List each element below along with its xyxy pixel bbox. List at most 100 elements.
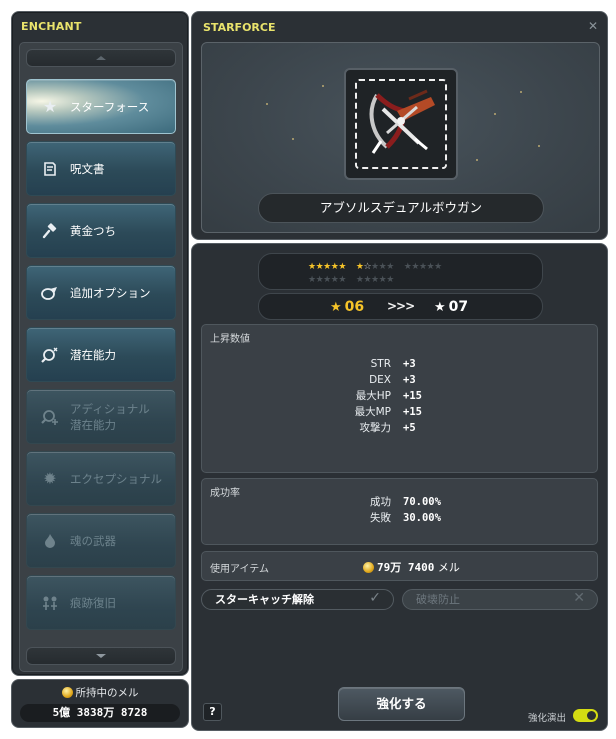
destroy-protect-toggle[interactable]: 破壊防止 ✕ bbox=[402, 589, 598, 610]
use-item-label: 使用アイテム bbox=[210, 564, 269, 575]
sparkle bbox=[494, 113, 496, 115]
menu-item-label: 潜在能力 bbox=[70, 347, 116, 362]
sparkle bbox=[538, 145, 540, 147]
next-star-level: ★ 07 bbox=[434, 298, 468, 317]
menu-item-golden-hammer[interactable]: 黄金つち bbox=[26, 203, 176, 258]
success-name: 成功 bbox=[370, 496, 391, 508]
menu-item-label: 痕跡復旧 bbox=[70, 595, 116, 610]
menu-item-trace-restore[interactable]: 痕跡復旧 bbox=[26, 575, 176, 630]
stat-value: +15 bbox=[403, 390, 422, 402]
menu-item-label: スターフォース bbox=[70, 99, 150, 114]
menu-item-label: 黄金つち bbox=[70, 223, 116, 238]
star-icon: ★ bbox=[330, 300, 342, 315]
menu-item-additional-potential[interactable]: アディショナル 潜在能力 bbox=[26, 389, 176, 444]
fail-row: 失敗 30.00% bbox=[202, 510, 597, 526]
empty-star-icon: ★ bbox=[323, 275, 331, 285]
star-row: ★ ★ ★ ★ ★ ★ ☆ ★ ★ ★ ★ ★ ★ ★ ★ bbox=[308, 262, 452, 272]
arrow-icon: >>> bbox=[387, 299, 415, 313]
menu-item-starforce[interactable]: ★ スターフォース bbox=[26, 79, 176, 134]
empty-star-icon: ★ bbox=[411, 262, 419, 272]
stat-row: 攻撃力 +5 bbox=[202, 420, 597, 436]
starforce-main-panel: ★ ★ ★ ★ ★ ★ ☆ ★ ★ ★ ★ ★ ★ ★ ★ ★ ★ ★ ★ ★ ★ ★ ★ ★ ★ ★ 06 >>> ★ 07 上… bbox=[191, 243, 608, 731]
stat-value: +3 bbox=[403, 374, 416, 386]
filled-star-icon: ★ bbox=[330, 262, 339, 272]
menu-item-additional-option[interactable]: 追加オプション bbox=[26, 265, 176, 320]
sparkle bbox=[322, 85, 324, 87]
star-group: ★ ★ ★ ★ ★ bbox=[308, 275, 346, 285]
empty-star-icon: ☆ bbox=[363, 262, 372, 272]
scroll-icon bbox=[40, 159, 60, 179]
stat-increase-label: 上昇数値 bbox=[210, 334, 250, 345]
stat-value: +5 bbox=[403, 422, 416, 434]
stat-row: 最大HP +15 bbox=[202, 388, 597, 404]
star-group: ★ ★ ★ ★ ★ bbox=[356, 275, 394, 285]
filled-star-icon: ★ bbox=[355, 262, 364, 272]
empty-star-icon: ★ bbox=[371, 275, 379, 285]
star-row: ★ ★ ★ ★ ★ ★ ★ ★ ★ ★ bbox=[308, 275, 404, 285]
use-item-box: 使用アイテム 79万 7400 メル bbox=[201, 551, 598, 581]
empty-star-icon: ★ bbox=[355, 275, 364, 285]
destroy-protect-label: 破壊防止 bbox=[416, 593, 460, 606]
cost-unit: メル bbox=[437, 561, 460, 574]
starforce-title: STARFORCE bbox=[203, 21, 276, 34]
crossbow-icon bbox=[369, 89, 435, 154]
stat-value: +3 bbox=[403, 358, 416, 370]
stat-name: 攻撃力 bbox=[359, 422, 392, 434]
scroll-down-button[interactable] bbox=[26, 647, 176, 665]
stat-name: 最大HP bbox=[355, 390, 391, 402]
star-progress-bar: ★ ★ ★ ★ ★ ★ ☆ ★ ★ ★ ★ ★ ★ ★ ★ ★ ★ ★ ★ ★ ★ ★ ★ ★ ★ bbox=[258, 253, 543, 290]
empty-star-icon: ★ bbox=[386, 262, 394, 272]
fail-name: 失敗 bbox=[370, 512, 391, 524]
stat-row: 最大MP +15 bbox=[202, 404, 597, 420]
empty-star-icon: ★ bbox=[308, 275, 316, 285]
starcatch-disable-toggle[interactable]: スターキャッチ解除 ✓ bbox=[201, 589, 394, 610]
hammer-icon bbox=[40, 221, 60, 241]
fail-value: 30.00% bbox=[403, 512, 441, 524]
effects-toggle[interactable] bbox=[573, 709, 598, 722]
star-group: ★ ★ ★ ★ ★ bbox=[404, 262, 442, 272]
scroll-up-button[interactable] bbox=[26, 49, 176, 67]
empty-star-icon: ★ bbox=[386, 275, 394, 285]
cost-value: 79万 7400 bbox=[377, 561, 435, 574]
empty-star-icon: ★ bbox=[338, 275, 346, 285]
menu-item-label: 呪文書 bbox=[70, 161, 105, 176]
empty-star-icon: ★ bbox=[378, 275, 387, 285]
item-name: アブソルスデュアルボウガン bbox=[258, 193, 544, 223]
meso-title: 所持中のメル bbox=[75, 687, 139, 699]
meso-title-row: 所持中のメル bbox=[12, 685, 188, 700]
star-icon: ★ bbox=[42, 97, 58, 116]
empty-star-icon: ★ bbox=[434, 262, 442, 272]
close-icon[interactable]: ✕ bbox=[588, 19, 598, 33]
sparkle bbox=[520, 91, 522, 93]
stat-name: DEX bbox=[369, 374, 391, 386]
menu-item-soul-weapon[interactable]: 魂の武器 bbox=[26, 513, 176, 568]
menu-item-label: エクセプショナル bbox=[70, 471, 162, 486]
menu-item-label: アディショナル 潜在能力 bbox=[70, 401, 150, 432]
meso-amount: 5億 3838万 8728 bbox=[20, 704, 180, 722]
item-slot[interactable] bbox=[355, 79, 447, 169]
success-value: 70.00% bbox=[403, 496, 441, 508]
help-button[interactable]: ? bbox=[203, 703, 222, 721]
item-display-area: アブソルスデュアルボウガン bbox=[201, 42, 600, 233]
trace-icon bbox=[40, 593, 60, 613]
menu-item-scroll[interactable]: 呪文書 bbox=[26, 141, 176, 196]
gear-icon: ✹ bbox=[43, 469, 57, 488]
empty-star-icon: ★ bbox=[403, 262, 412, 272]
filled-star-icon: ★ bbox=[323, 262, 331, 272]
enhance-button[interactable]: 強化する bbox=[338, 687, 465, 721]
next-level-value: 07 bbox=[448, 299, 469, 315]
soul-flame-icon bbox=[40, 531, 60, 551]
cost-row: 79万 7400 メル bbox=[363, 559, 460, 575]
current-level-value: 06 bbox=[344, 299, 365, 315]
stat-name: STR bbox=[370, 358, 391, 370]
stat-name: 最大MP bbox=[354, 406, 391, 418]
menu-item-potential[interactable]: 潜在能力 bbox=[26, 327, 176, 382]
menu-item-exceptional[interactable]: ✹ エクセプショナル bbox=[26, 451, 176, 506]
star-group: ★ ★ ★ ★ ★ bbox=[308, 262, 346, 272]
toggle-knob bbox=[587, 711, 596, 720]
meso-coin-icon bbox=[61, 687, 73, 698]
star-group: ★ ☆ ★ ★ ★ bbox=[356, 262, 394, 272]
effects-label: 強化演出 bbox=[528, 713, 567, 724]
menu-item-label: 魂の武器 bbox=[70, 533, 116, 548]
empty-star-icon: ★ bbox=[315, 275, 324, 285]
